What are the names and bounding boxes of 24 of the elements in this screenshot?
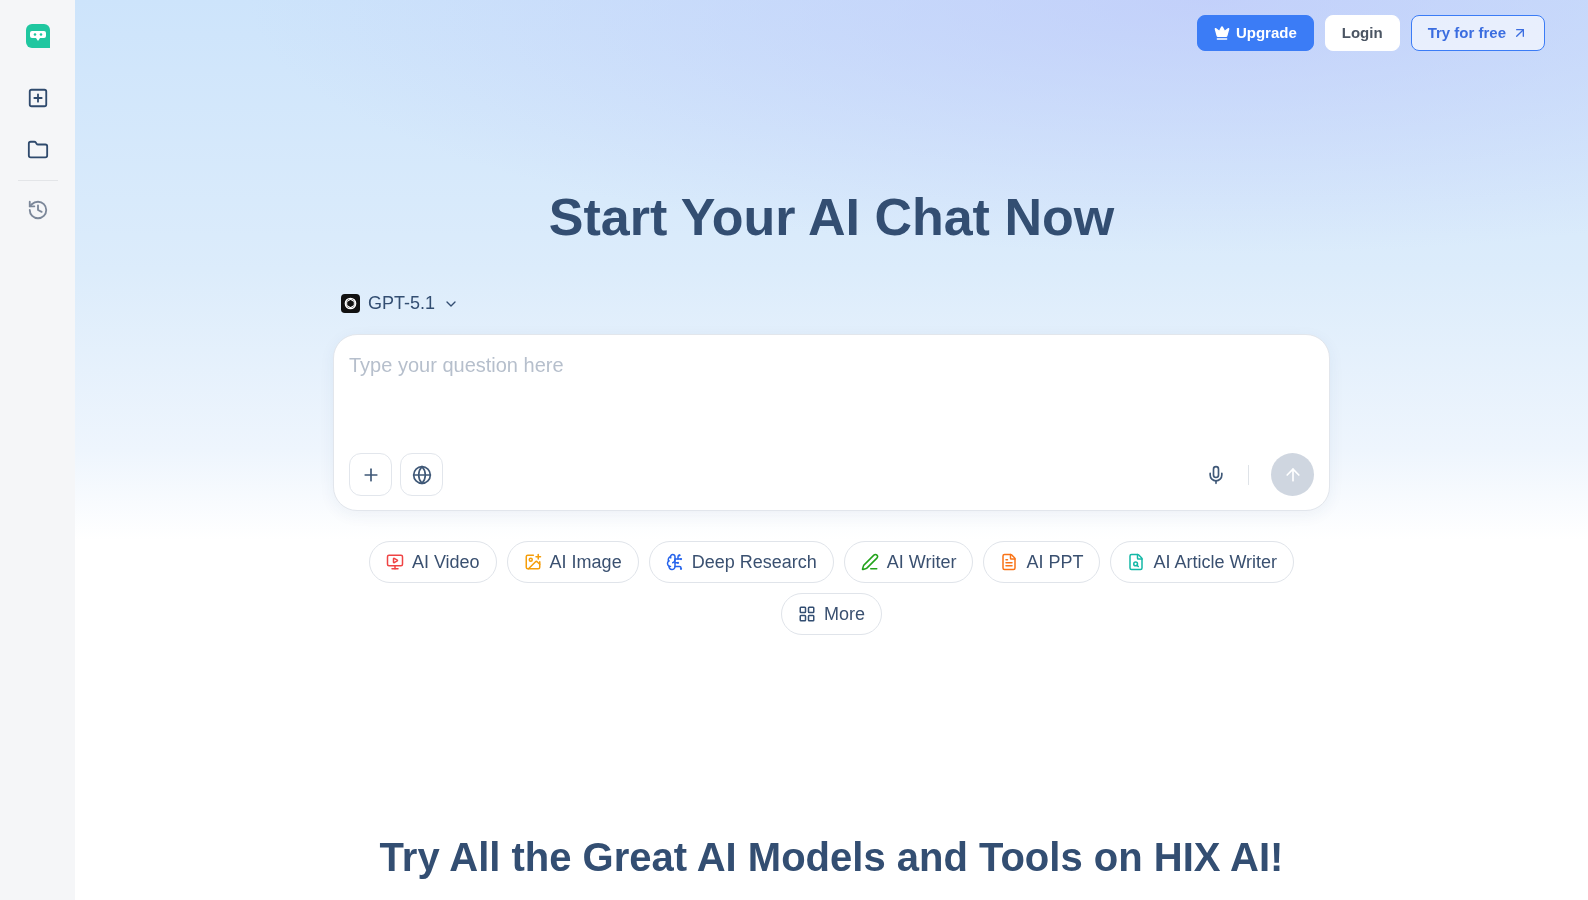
folder-icon[interactable] (26, 139, 49, 161)
history-icon[interactable] (26, 199, 49, 221)
chat-logo-icon (24, 23, 51, 49)
globe-icon (411, 464, 432, 485)
login-button[interactable]: Login (1324, 15, 1400, 51)
new-chat-icon[interactable] (26, 87, 49, 109)
tool-chip[interactable]: AI Image (506, 541, 639, 583)
question-field[interactable]: Type your question here (349, 350, 1314, 380)
tool-chip[interactable]: AI Article Writer (1110, 541, 1295, 583)
tool-chip[interactable]: More (781, 593, 882, 635)
model-selector[interactable]: GPT-5.1 (341, 290, 460, 317)
tool-chip[interactable]: AI PPT (983, 541, 1101, 583)
web-search-button[interactable] (400, 453, 443, 496)
add-button[interactable] (349, 453, 392, 496)
page-title: Start Your AI Chat Now (548, 187, 1115, 247)
crown-icon (1213, 25, 1230, 41)
microphone-icon[interactable] (1206, 464, 1226, 485)
upgrade-button[interactable]: Upgrade (1196, 15, 1314, 51)
try-free-button[interactable]: Try for free (1410, 15, 1545, 51)
tool-chip[interactable]: Deep Research (648, 541, 834, 583)
section-heading: Try All the Great AI Models and Tools on HIX AI! (379, 834, 1284, 881)
tool-chip[interactable]: AI Writer (843, 541, 974, 583)
knot-logo-icon (341, 294, 360, 313)
tool-chip[interactable]: AI Video (368, 541, 497, 583)
